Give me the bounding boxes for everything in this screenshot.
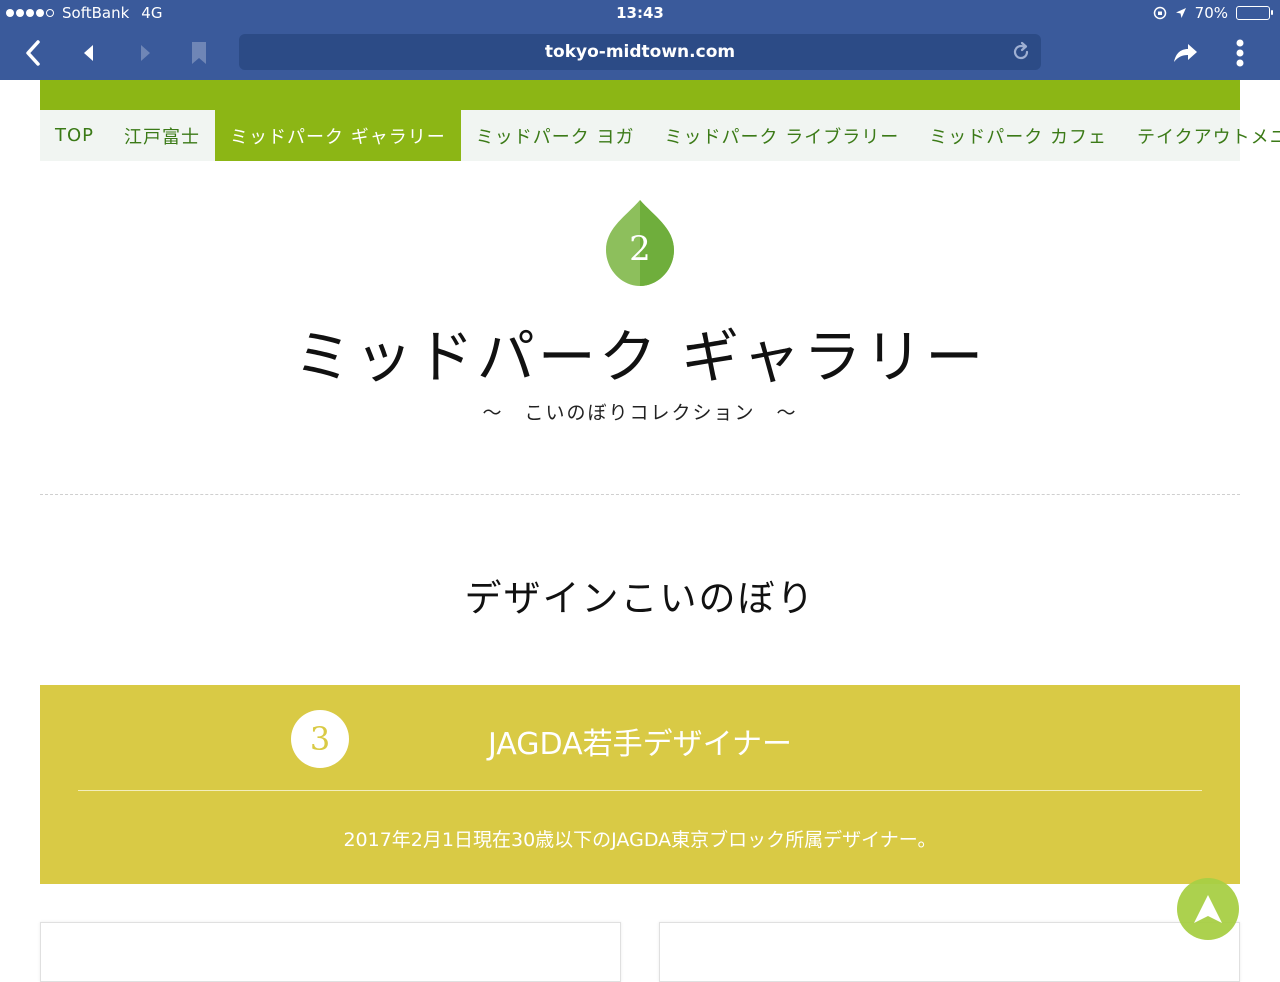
leaf-number: 2 [629,229,651,269]
up-arrow-icon [1194,895,1222,923]
tab-edo-fuji[interactable]: 江戸富士 [109,110,215,161]
category-heading: JAGDA若手デザイナー [487,727,793,762]
category-banner: 3 JAGDA若手デザイナー 2017年2月1日現在30歳以下のJAGDA東京ブ… [40,685,1240,884]
more-menu-icon[interactable] [1225,38,1255,68]
share-icon[interactable] [1170,38,1200,68]
battery-icon [1236,6,1273,20]
dashed-divider [40,494,1240,495]
tab-top[interactable]: TOP [40,110,109,161]
browser-chrome: SoftBank 4G 13:43 70% tokyo-midtown.com [0,0,1280,80]
section-title: デザインこいのぼり [464,577,816,620]
category-divider [78,790,1202,791]
category-description: 2017年2月1日現在30歳以下のJAGDA東京ブロック所属デザイナー。 [343,829,937,851]
leaf-number-icon: 2 [604,198,676,288]
browser-toolbar: tokyo-midtown.com [0,26,1280,80]
tab-midpark-yoga[interactable]: ミッドパーク ヨガ [461,110,650,161]
reload-icon[interactable] [1009,40,1033,64]
page-title: ミッドパーク ギャラリー [293,323,987,391]
battery-percent: 70% [1194,4,1228,22]
header-green-bar [40,80,1240,110]
scroll-to-top-button[interactable] [1177,878,1239,940]
bookmark-icon[interactable] [184,38,214,68]
gallery-card[interactable] [40,922,621,982]
back-chevron-icon[interactable] [18,38,48,68]
tab-midpark-gallery[interactable]: ミッドパーク ギャラリー [215,110,461,161]
status-right: 70% [1153,4,1273,22]
tab-midpark-cafe[interactable]: ミッドパーク カフェ [914,110,1122,161]
site-nav-tabs: TOP 江戸富士 ミッドパーク ギャラリー ミッドパーク ヨガ ミッドパーク ラ… [40,110,1280,161]
address-bar[interactable]: tokyo-midtown.com [239,34,1041,70]
history-back-icon[interactable] [74,38,104,68]
orientation-lock-icon [1153,6,1166,20]
status-bar: SoftBank 4G 13:43 70% [0,0,1280,26]
tab-midpark-library[interactable]: ミッドパーク ライブラリー [650,110,915,161]
history-forward-icon[interactable] [130,38,160,68]
location-arrow-icon [1175,8,1186,18]
url-text: tokyo-midtown.com [544,42,736,62]
tab-takeout-menu[interactable]: テイクアウトメニュー [1122,110,1280,161]
page-subtitle: ～ こいのぼりコレクション ～ [482,402,798,424]
status-time: 13:43 [616,4,664,22]
gallery-card[interactable] [659,922,1240,982]
